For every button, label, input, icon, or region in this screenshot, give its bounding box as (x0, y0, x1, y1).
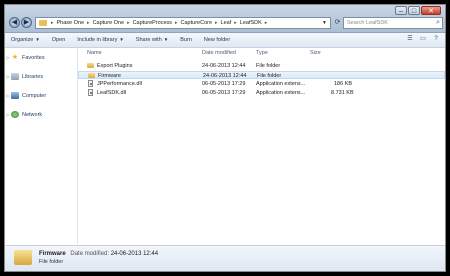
search-placeholder: Search LeafSDK (347, 20, 388, 26)
view-options-icon[interactable]: ☰ (405, 35, 415, 44)
details-type: File folder (39, 259, 64, 265)
file-name: JPPerformance.dll (97, 81, 142, 87)
organize-button[interactable]: Organize ▼ (5, 37, 46, 43)
file-date: 06-05-2013 17:29 (202, 90, 246, 96)
column-header-type[interactable]: Type (256, 48, 268, 58)
search-input[interactable]: Search LeafSDK ⌕ (343, 17, 443, 29)
minimize-button[interactable]: – (395, 6, 407, 15)
nav-item-computer[interactable]: ▷ Computer (5, 92, 46, 99)
close-button[interactable]: ✕ (421, 6, 441, 15)
file-type: Application extens... (256, 81, 306, 87)
file-size: 186 KB (334, 81, 353, 87)
file-date: 24-06-2013 12:44 (203, 73, 247, 79)
file-name: Firmware (98, 73, 121, 79)
chevron-down-icon: ▼ (119, 37, 124, 42)
star-icon: ★ (11, 54, 19, 61)
folder-icon (88, 73, 95, 78)
chevron-down-icon[interactable]: ▼ (322, 20, 327, 26)
share-with-button[interactable]: Share with ▼ (130, 37, 174, 43)
burn-button[interactable]: Burn (174, 37, 198, 43)
file-date: 24-06-2013 12:44 (202, 63, 246, 69)
breadcrumb-item[interactable]: CaptureCore (179, 20, 215, 26)
breadcrumb-item[interactable]: Phase One (55, 20, 87, 26)
breadcrumb-item[interactable]: Leaf (219, 20, 234, 26)
breadcrumb-item[interactable]: LeafSDK (238, 20, 264, 26)
file-list: Name Date modified Type Size Export Plug… (78, 48, 445, 248)
breadcrumb-item[interactable]: CaptureProcess (131, 20, 174, 26)
refresh-icon[interactable]: ⟳ (333, 17, 342, 29)
file-type: File folder (257, 73, 282, 79)
details-pane: Firmware Date modified: 24-06-2013 12:44… (5, 245, 445, 271)
maximize-button[interactable]: □ (408, 6, 420, 15)
file-row[interactable]: LeafSDK.dll 06-05-2013 17:29 Application… (78, 89, 445, 97)
file-name: Export Plugins (97, 63, 133, 69)
new-folder-button[interactable]: New folder (198, 37, 236, 43)
back-button[interactable]: ◀ (9, 17, 20, 28)
file-type: Application extens... (256, 90, 306, 96)
network-icon (11, 111, 19, 118)
command-bar: Organize ▼ Open Include in library ▼ Share… (5, 33, 445, 48)
open-button[interactable]: Open (46, 37, 71, 43)
nav-item-network[interactable]: ▷ Network (5, 111, 42, 118)
address-bar[interactable]: ▸ Phase One ▸ Capture One ▸ CaptureProce… (35, 17, 331, 29)
title-bar: – □ ✕ ◀ ▶ ▸ Phase One ▸ Capture One ▸ Ca… (5, 5, 445, 33)
computer-icon (11, 92, 19, 99)
chevron-right-icon: ▸ (264, 20, 268, 26)
file-row-selected[interactable]: Firmware 24-06-2013 12:44 File folder (78, 71, 445, 79)
chevron-down-icon: ▼ (163, 37, 169, 42)
library-icon (11, 73, 19, 80)
navigation-pane: ▷ ★ Favorites ▷ Libraries ▷ Computer ▷ N… (5, 48, 78, 248)
folder-icon (14, 250, 32, 265)
view-controls: ☰ ▭ ? (402, 35, 441, 44)
explorer-window: – □ ✕ ◀ ▶ ▸ Phase One ▸ Capture One ▸ Ca… (4, 4, 446, 272)
details-name: Firmware Date modified: 24-06-2013 12:44 (39, 251, 159, 257)
breadcrumb-item[interactable]: Capture One (91, 20, 127, 26)
folder-icon (87, 63, 94, 68)
file-name: LeafSDK.dll (97, 90, 127, 96)
search-icon[interactable]: ⌕ (436, 18, 440, 28)
file-size: 8.731 KB (331, 90, 354, 96)
file-row[interactable]: JPPerformance.dll 06-05-2013 17:29 Appli… (78, 80, 445, 88)
column-header-size[interactable]: Size (310, 48, 321, 58)
folder-icon (39, 20, 47, 26)
column-header-date[interactable]: Date modified (202, 48, 236, 58)
dll-file-icon (88, 89, 93, 96)
chevron-down-icon: ▼ (35, 37, 40, 42)
nav-item-libraries[interactable]: ▷ Libraries (5, 73, 43, 80)
forward-button[interactable]: ▶ (21, 17, 32, 28)
file-type: File folder (256, 63, 281, 69)
preview-pane-icon[interactable]: ▭ (418, 35, 428, 44)
help-icon[interactable]: ? (431, 35, 441, 44)
include-in-library-button[interactable]: Include in library ▼ (71, 37, 130, 43)
nav-item-favorites[interactable]: ▷ ★ Favorites (5, 54, 44, 61)
file-date: 06-05-2013 17:29 (202, 81, 246, 87)
dll-file-icon (88, 80, 93, 87)
window-controls: – □ ✕ (394, 6, 441, 16)
column-header-name[interactable]: Name (87, 48, 102, 58)
file-row[interactable]: Export Plugins 24-06-2013 12:44 File fol… (78, 62, 445, 70)
